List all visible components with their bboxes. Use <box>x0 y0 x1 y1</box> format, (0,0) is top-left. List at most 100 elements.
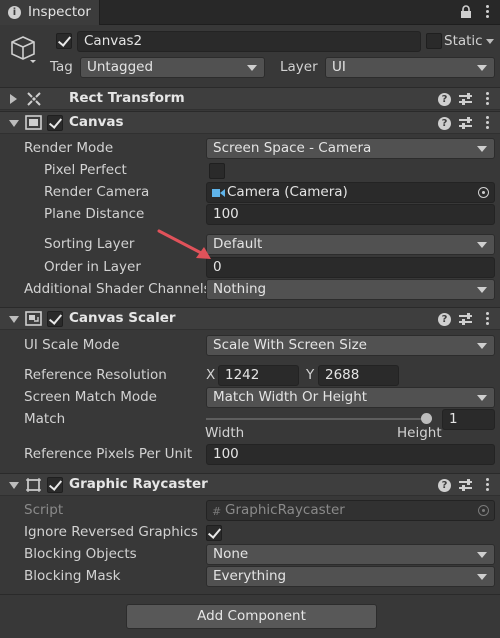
static-checkbox[interactable] <box>426 33 442 49</box>
camera-icon <box>212 189 225 197</box>
shader-channels-dropdown[interactable]: Nothing <box>206 279 495 300</box>
chevron-down-icon <box>477 552 487 558</box>
preset-sliders-icon[interactable] <box>459 479 472 491</box>
kebab-menu-icon[interactable] <box>486 478 490 493</box>
chevron-down-icon <box>477 242 487 248</box>
blocking-objects-dropdown[interactable]: None <box>206 544 495 565</box>
ref-resolution-y-input[interactable]: 2688 <box>318 365 399 386</box>
lock-icon[interactable] <box>460 5 472 19</box>
render-mode-dropdown[interactable]: Screen Space - Camera <box>206 138 495 159</box>
render-mode-label: Render Mode <box>24 140 114 156</box>
foldout-expanded-icon[interactable] <box>9 120 19 127</box>
sorting-layer-label: Sorting Layer <box>44 236 135 252</box>
kebab-menu-icon[interactable] <box>486 5 490 20</box>
blocking-objects-label: Blocking Objects <box>24 546 137 562</box>
layer-value: UI <box>332 59 346 75</box>
canvas-scaler-header[interactable]: Canvas Scaler ? <box>0 307 500 330</box>
sorting-layer-dropdown[interactable]: Default <box>206 234 495 255</box>
help-icon[interactable]: ? <box>438 313 451 326</box>
graphic-raycaster-icon <box>26 478 41 492</box>
order-in-layer-input[interactable]: 0 <box>206 257 495 278</box>
script-value: GraphicRaycaster <box>225 502 345 518</box>
kebab-menu-icon[interactable] <box>486 312 490 327</box>
add-component-button[interactable]: Add Component <box>126 604 377 629</box>
ref-resolution-y-label[interactable]: Y <box>306 367 314 383</box>
preset-sliders-icon[interactable] <box>459 117 472 129</box>
screen-match-value: Match Width Or Height <box>213 389 368 405</box>
add-component-label: Add Component <box>197 608 306 624</box>
static-label[interactable]: Static <box>444 33 483 49</box>
blocking-mask-dropdown[interactable]: Everything <box>206 566 495 587</box>
chevron-down-icon <box>477 343 487 349</box>
component-title: Canvas Scaler <box>69 310 176 326</box>
rect-transform-icon <box>27 92 41 106</box>
ignore-reversed-label: Ignore Reversed Graphics <box>24 524 198 540</box>
object-picker-icon <box>478 505 489 516</box>
component-title: Canvas <box>69 114 124 130</box>
preset-sliders-icon[interactable] <box>459 93 472 105</box>
canvas-header[interactable]: Canvas ? <box>0 111 500 134</box>
component-enabled-checkbox[interactable] <box>47 115 63 131</box>
match-input[interactable]: 1 <box>442 409 495 430</box>
screen-match-dropdown[interactable]: Match Width Or Height <box>206 387 495 408</box>
ui-scale-mode-label: UI Scale Mode <box>24 337 120 353</box>
ref-resolution-label: Reference Resolution <box>24 367 167 383</box>
match-slider[interactable] <box>206 412 436 426</box>
match-height-label: Height <box>397 425 442 441</box>
help-icon[interactable]: ? <box>438 93 451 106</box>
kebab-menu-icon[interactable] <box>486 116 490 131</box>
object-picker-icon[interactable] <box>478 187 489 198</box>
component-title: Rect Transform <box>69 90 185 106</box>
match-slider-thumb[interactable] <box>421 413 432 424</box>
blocking-mask-label: Blocking Mask <box>24 568 121 584</box>
rect-transform-header[interactable]: Rect Transform ? <box>0 87 500 110</box>
canvas-scaler-icon <box>25 311 42 326</box>
component-enabled-checkbox[interactable] <box>47 477 63 493</box>
inspector-tab[interactable]: i Inspector <box>0 0 100 25</box>
component-title: Graphic Raycaster <box>69 476 208 492</box>
graphic-raycaster-header[interactable]: Graphic Raycaster ? <box>0 473 500 496</box>
order-in-layer-label: Order in Layer <box>44 259 141 275</box>
ref-resolution-x-label[interactable]: X <box>206 367 215 383</box>
plane-distance-label: Plane Distance <box>44 206 145 222</box>
chevron-down-icon <box>477 65 487 71</box>
chevron-down-icon <box>477 287 487 293</box>
help-icon[interactable]: ? <box>438 479 451 492</box>
gameobject-cube-icon[interactable] <box>10 34 38 64</box>
kebab-menu-icon[interactable] <box>486 92 490 107</box>
match-label: Match <box>24 411 66 427</box>
blocking-objects-value: None <box>213 546 249 562</box>
script-label: Script <box>24 502 64 518</box>
tag-dropdown[interactable]: Untagged <box>80 57 265 78</box>
layer-dropdown[interactable]: UI <box>325 57 495 78</box>
screen-match-label: Screen Match Mode <box>24 389 157 405</box>
script-field: # GraphicRaycaster <box>206 500 495 521</box>
tag-value: Untagged <box>87 59 154 75</box>
ui-scale-mode-value: Scale With Screen Size <box>213 337 367 353</box>
ref-resolution-x-input[interactable]: 1242 <box>218 365 299 386</box>
plane-distance-input[interactable]: 100 <box>206 204 495 225</box>
gameobject-active-checkbox[interactable] <box>56 33 72 49</box>
tag-label: Tag <box>50 59 73 75</box>
static-dropdown-icon[interactable] <box>486 39 494 44</box>
component-enabled-checkbox[interactable] <box>47 311 63 327</box>
match-width-label: Width <box>205 425 245 441</box>
ignore-reversed-checkbox[interactable] <box>206 525 222 541</box>
help-icon[interactable]: ? <box>438 117 451 130</box>
chevron-down-icon <box>247 65 257 71</box>
ref-ppu-input[interactable]: 100 <box>206 444 495 465</box>
render-camera-label: Render Camera <box>44 184 150 200</box>
script-icon: # <box>212 505 222 518</box>
render-mode-value: Screen Space - Camera <box>213 140 372 156</box>
pixel-perfect-checkbox[interactable] <box>209 163 225 179</box>
render-camera-field[interactable]: Camera (Camera) <box>206 182 495 203</box>
gameobject-name-input[interactable]: Canvas2 <box>77 31 421 52</box>
foldout-expanded-icon[interactable] <box>9 482 19 489</box>
preset-sliders-icon[interactable] <box>459 313 472 325</box>
foldout-expanded-icon[interactable] <box>9 316 19 323</box>
ref-ppu-label: Reference Pixels Per Unit <box>24 446 193 462</box>
foldout-collapsed-icon[interactable] <box>10 94 17 104</box>
shader-channels-label: Additional Shader Channels <box>24 281 211 297</box>
inspector-tab-icon: i <box>8 6 21 19</box>
ui-scale-mode-dropdown[interactable]: Scale With Screen Size <box>206 335 495 356</box>
